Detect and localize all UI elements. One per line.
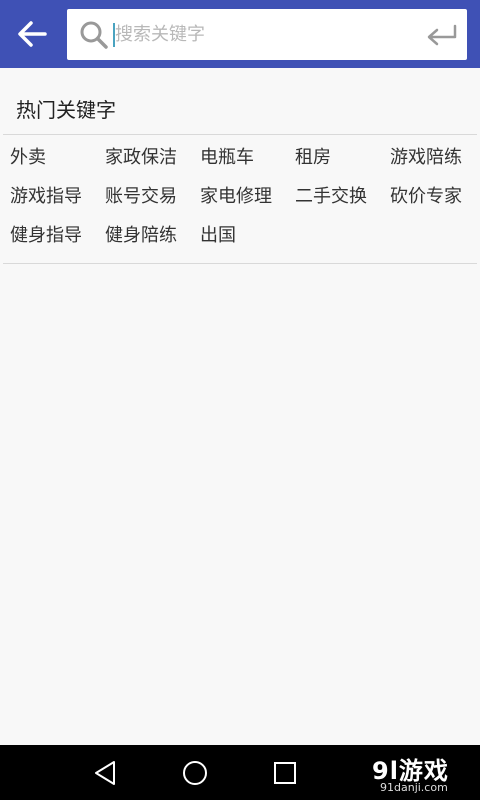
- keyword-item[interactable]: 外卖: [10, 143, 46, 169]
- divider: [3, 134, 477, 135]
- nav-back-icon[interactable]: [90, 759, 120, 787]
- keyword-item[interactable]: 游戏陪练: [390, 143, 462, 169]
- top-app-bar: [0, 0, 480, 68]
- keyword-item[interactable]: 家电修理: [200, 182, 272, 208]
- enter-return-icon[interactable]: [425, 22, 459, 48]
- keyword-item[interactable]: 砍价专家: [390, 182, 462, 208]
- text-cursor: [113, 23, 115, 47]
- nav-home-icon[interactable]: [180, 759, 210, 787]
- keyword-item[interactable]: 租房: [295, 143, 331, 169]
- keyword-item[interactable]: 出国: [200, 221, 236, 247]
- keyword-item[interactable]: 游戏指导: [10, 182, 82, 208]
- nav-recents-icon[interactable]: [270, 759, 300, 787]
- hot-keywords-title: 热门关键字: [16, 98, 116, 122]
- keyword-item[interactable]: 健身指导: [10, 221, 82, 247]
- watermark-logo: 9l游戏 91danji.com: [372, 751, 472, 797]
- search-input[interactable]: [113, 16, 415, 52]
- divider: [3, 263, 477, 264]
- keyword-row: 健身指导 健身陪练 出国: [0, 214, 480, 253]
- search-box[interactable]: [67, 9, 467, 60]
- keyword-item[interactable]: 电瓶车: [200, 143, 254, 169]
- keyword-item[interactable]: 账号交易: [105, 182, 177, 208]
- keyword-row: 游戏指导 账号交易 家电修理 二手交换 砍价专家: [0, 175, 480, 214]
- search-icon: [80, 21, 108, 49]
- keyword-item[interactable]: 家政保洁: [105, 143, 177, 169]
- arrow-left-icon: [18, 21, 47, 47]
- hot-keywords-grid: 外卖 家政保洁 电瓶车 租房 游戏陪练 游戏指导 账号交易 家电修理 二手交换 …: [0, 136, 480, 253]
- keyword-item[interactable]: 二手交换: [295, 182, 367, 208]
- watermark-url: 91danji.com: [380, 781, 448, 794]
- keyword-item[interactable]: 健身陪练: [105, 221, 177, 247]
- back-button[interactable]: [10, 14, 54, 54]
- keyword-row: 外卖 家政保洁 电瓶车 租房 游戏陪练: [0, 136, 480, 175]
